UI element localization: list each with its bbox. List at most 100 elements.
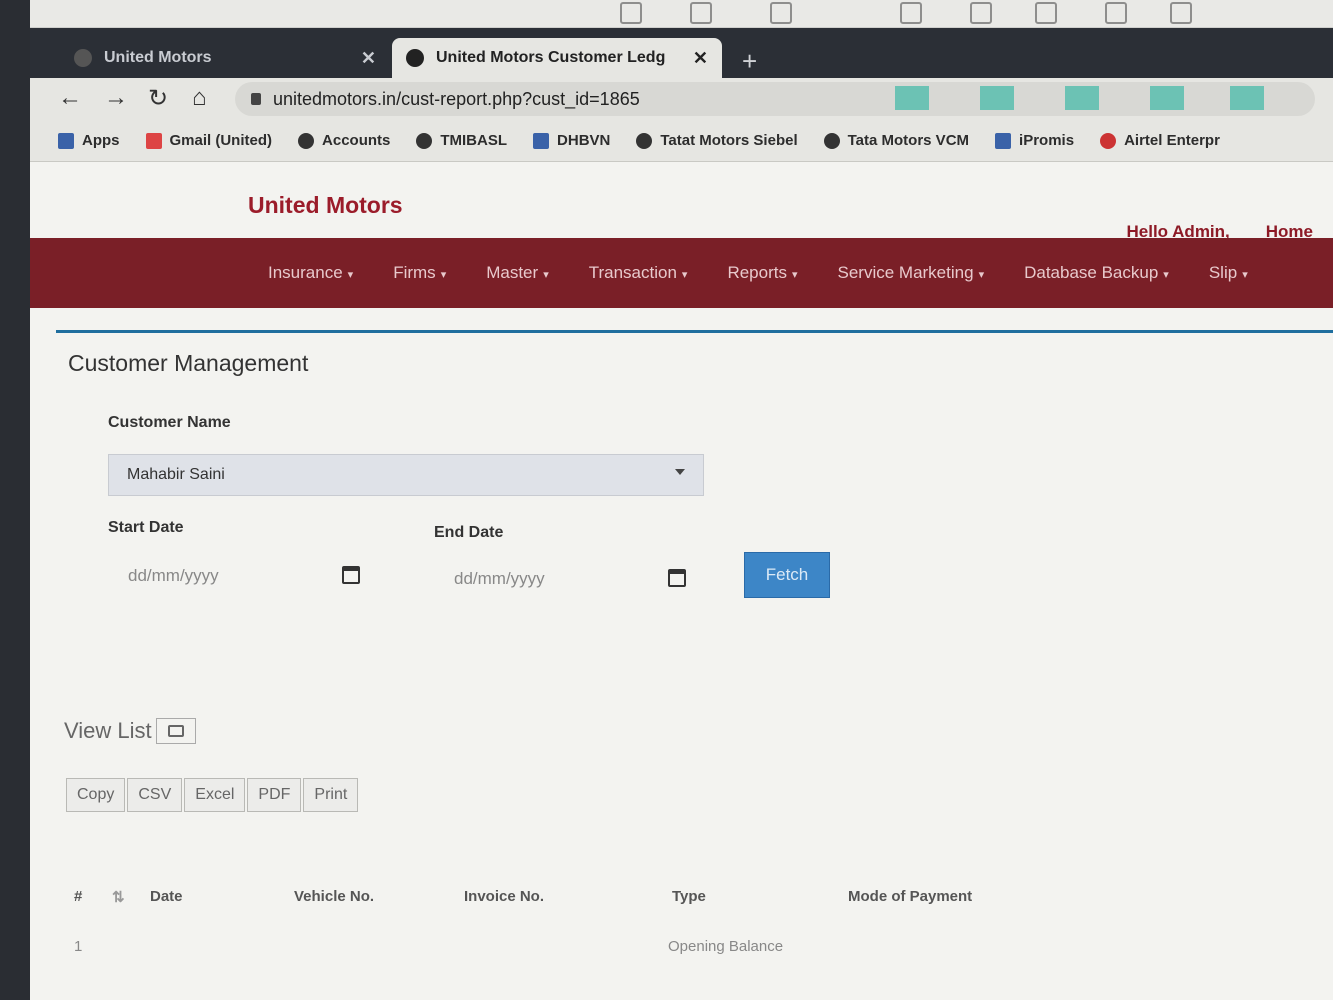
menu-insurance[interactable]: Insurance ▾ — [268, 263, 353, 283]
col-number[interactable]: # — [74, 888, 82, 905]
start-date-input[interactable]: dd/mm/yyyy — [108, 556, 370, 596]
toolbar-icon[interactable] — [620, 2, 642, 24]
globe-icon — [298, 132, 315, 149]
close-icon[interactable]: ✕ — [361, 48, 376, 69]
copy-button[interactable]: Copy — [66, 778, 126, 812]
page-title: Customer Management — [68, 350, 309, 376]
close-icon[interactable]: ✕ — [693, 48, 708, 69]
menu-master[interactable]: Master ▾ — [486, 263, 549, 283]
table-header: # ⇅ Date Vehicle No. Invoice No. Type Mo… — [68, 882, 1328, 918]
caret-down-icon: ▾ — [1242, 269, 1248, 281]
view-list-title: View List — [64, 718, 152, 743]
caret-down-icon: ▾ — [978, 269, 985, 281]
customer-name-select[interactable]: Mahabir Saini — [108, 454, 704, 496]
col-type[interactable]: Type — [672, 888, 706, 905]
menu-reports[interactable]: Reports ▾ — [727, 263, 797, 283]
browser-tab-active[interactable]: United Motors Customer Ledg ✕ — [392, 38, 722, 78]
toolbar-icon[interactable] — [690, 2, 712, 24]
table-row — [68, 984, 1328, 1000]
reload-icon[interactable]: ↻ — [148, 84, 168, 113]
calendar-icon[interactable] — [668, 569, 686, 587]
system-toolbar — [30, 0, 1333, 28]
back-icon[interactable]: ← — [58, 84, 82, 112]
calendar-icon[interactable] — [342, 566, 360, 584]
menu-database-backup[interactable]: Database Backup ▾ — [1024, 263, 1169, 283]
caret-down-icon: ▾ — [1163, 269, 1169, 281]
monitor-icon[interactable] — [970, 2, 992, 24]
bookmark-accounts[interactable]: Accounts — [298, 132, 390, 149]
bookmark-tmibasl[interactable]: TMIBASL — [416, 132, 507, 149]
view-list-heading: View List — [64, 718, 196, 744]
col-vehicle-no[interactable]: Vehicle No. — [294, 888, 374, 905]
extension-icon[interactable] — [980, 86, 1014, 110]
menu-transaction[interactable]: Transaction ▾ — [589, 263, 688, 283]
caret-down-icon: ▾ — [543, 269, 549, 281]
gmail-icon — [145, 132, 162, 149]
extension-icon[interactable] — [1150, 86, 1184, 110]
record-icon[interactable] — [1170, 2, 1192, 24]
pdf-button[interactable]: PDF — [247, 778, 302, 812]
caret-down-icon: ▾ — [681, 269, 688, 281]
caret-down-icon: ▾ — [791, 269, 798, 281]
tab-label: United Motors — [104, 49, 212, 66]
lock-icon — [251, 93, 261, 105]
user-icon — [995, 132, 1012, 149]
grid-icon — [58, 132, 74, 149]
csv-button[interactable]: CSV — [127, 778, 183, 812]
bookmark-gmail[interactable]: Gmail (United) — [145, 132, 272, 149]
menu-service-marketing[interactable]: Service Marketing ▾ — [838, 263, 985, 283]
brand-title[interactable]: United Motors — [248, 192, 403, 219]
bookmarks-bar: Apps Gmail (United) Accounts TMIBASL DHB… — [30, 120, 1333, 162]
end-date-label: End Date — [434, 524, 504, 541]
globe-icon — [406, 49, 424, 67]
end-date-input[interactable]: dd/mm/yyyy — [434, 559, 696, 599]
customer-name-label: Customer Name — [108, 414, 231, 431]
bookmark-airtel[interactable]: Airtel Enterpr — [1100, 132, 1220, 149]
menu-slip[interactable]: Slip ▾ — [1209, 263, 1248, 283]
extension-icon[interactable] — [1230, 86, 1264, 110]
extension-icon[interactable] — [1065, 86, 1099, 110]
browser-tab[interactable]: United Motors ✕ — [60, 38, 390, 78]
globe-icon — [636, 132, 653, 149]
home-icon[interactable]: ⌂ — [192, 84, 207, 112]
screen: United Motors ✕ United Motors Customer L… — [30, 0, 1333, 1000]
chevron-down-icon — [675, 469, 685, 475]
print-button[interactable]: Print — [303, 778, 359, 812]
shield-icon[interactable] — [1035, 2, 1057, 24]
pen-icon[interactable] — [1105, 2, 1127, 24]
forward-icon[interactable]: → — [104, 84, 128, 112]
keyboard-icon[interactable] — [900, 2, 922, 24]
page: United Motors Hello Admin, Home Insuranc… — [30, 162, 1333, 1000]
start-date-label: Start Date — [108, 519, 184, 536]
col-mode-of-payment[interactable]: Mode of Payment — [848, 888, 972, 905]
bookmark-vcm[interactable]: Tata Motors VCM — [823, 132, 969, 149]
bookmark-ipromis[interactable]: iPromis — [995, 132, 1074, 149]
main-menu: Insurance ▾ Firms ▾ Master ▾ Transaction ▾ R… — [30, 238, 1333, 308]
end-date-placeholder: dd/mm/yyyy — [454, 569, 545, 588]
bookmark-apps[interactable]: Apps — [58, 132, 120, 149]
site-icon — [533, 132, 550, 149]
globe-icon — [416, 132, 433, 149]
sort-icon[interactable]: ⇅ — [112, 888, 125, 906]
menu-firms[interactable]: Firms ▾ — [393, 263, 446, 283]
chat-icon[interactable] — [770, 2, 792, 24]
bookmark-dhbvn[interactable]: DHBVN — [533, 132, 610, 149]
url-text: unitedmotors.in/cust-report.php?cust_id=… — [273, 88, 640, 109]
extension-icon[interactable] — [895, 86, 929, 110]
new-tab-icon[interactable]: + — [742, 46, 757, 77]
section-divider — [56, 330, 1333, 333]
excel-button[interactable]: Excel — [184, 778, 246, 812]
export-buttons: Copy CSV Excel PDF Print — [66, 778, 360, 812]
col-date[interactable]: Date — [150, 888, 183, 905]
col-invoice-no[interactable]: Invoice No. — [464, 888, 544, 905]
caret-down-icon: ▾ — [440, 269, 447, 281]
globe-icon — [823, 132, 840, 149]
printer-icon — [167, 725, 184, 737]
print-list-button[interactable] — [155, 718, 196, 744]
start-date-placeholder: dd/mm/yyyy — [128, 566, 219, 585]
tab-label: United Motors Customer Ledg — [436, 49, 666, 66]
globe-icon — [74, 49, 92, 67]
fetch-button[interactable]: Fetch — [744, 552, 830, 598]
table-row: 1 Opening Balance — [68, 932, 1328, 964]
bookmark-siebel[interactable]: Tatat Motors Siebel — [636, 132, 798, 149]
